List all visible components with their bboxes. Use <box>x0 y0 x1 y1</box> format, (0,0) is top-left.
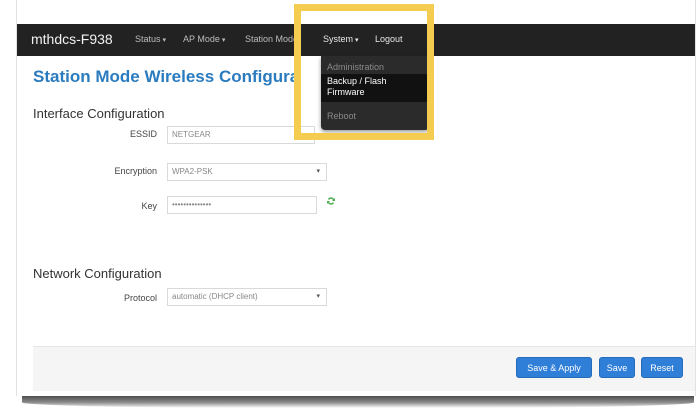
system-dropdown-menu: Administration Backup / Flash Firmware R… <box>321 56 429 130</box>
nav-ap-mode-label: AP Mode <box>183 34 220 44</box>
nav-status[interactable]: Status ▾ <box>135 34 166 44</box>
menu-item-backup-flash-label: Backup / Flash <box>327 76 387 86</box>
key-label: Key <box>141 201 157 211</box>
protocol-select[interactable]: automatic (DHCP client) ▾ <box>167 288 327 306</box>
nav-logout[interactable]: Logout <box>375 34 403 44</box>
chevron-down-icon: ▾ <box>316 293 320 300</box>
brand-name[interactable]: mthdcs-F938 <box>31 31 113 47</box>
menu-item-firmware-label: Firmware <box>327 87 365 97</box>
menu-item-administration[interactable]: Administration <box>327 62 384 72</box>
essid-field[interactable]: NETGEAR <box>167 126 315 144</box>
nav-system-label: System <box>323 34 354 44</box>
chevron-down-icon: ▾ <box>355 37 359 44</box>
encryption-select[interactable]: WPA2-PSK ▾ <box>167 163 327 181</box>
reveal-key-icon[interactable] <box>326 196 336 206</box>
save-apply-button[interactable]: Save & Apply <box>516 357 592 378</box>
encryption-select-value: WPA2-PSK <box>172 167 213 176</box>
nav-station-mode-label: Station Mode <box>245 34 299 44</box>
nav-ap-mode[interactable]: AP Mode ▾ <box>183 34 225 44</box>
menu-item-reboot[interactable]: Reboot <box>327 111 356 121</box>
nav-station-mode[interactable]: Station Mode <box>245 34 298 44</box>
interface-section-title: Interface Configuration <box>33 106 165 121</box>
key-field[interactable]: •••••••••••••• <box>167 196 317 214</box>
chevron-down-icon: ▾ <box>316 168 320 175</box>
form-actions-bar <box>33 346 695 391</box>
protocol-select-value: automatic (DHCP client) <box>172 292 258 301</box>
page-shadow <box>22 394 694 408</box>
menu-item-backup-flash-firmware[interactable]: Backup / Flash Firmware <box>321 74 429 102</box>
chevron-down-icon: ▾ <box>221 37 226 44</box>
top-navbar: mthdcs-F938 Status ▾ AP Mode ▾ Station Mod… <box>17 24 695 56</box>
nav-status-label: Status <box>135 34 161 44</box>
encryption-label: Encryption <box>114 166 157 176</box>
nav-system[interactable]: System ▾ <box>323 34 359 44</box>
essid-label: ESSID <box>129 129 157 139</box>
nav-logout-label: Logout <box>375 34 403 44</box>
page-title: Station Mode Wireless Configura <box>33 67 300 86</box>
reset-button[interactable]: Reset <box>641 357 683 378</box>
chevron-down-icon: ▾ <box>162 37 167 44</box>
protocol-label: Protocol <box>123 293 157 303</box>
browser-page: mthdcs-F938 Status ▾ AP Mode ▾ Station Mod… <box>16 0 696 396</box>
network-section-title: Network Configuration <box>33 266 162 281</box>
save-button[interactable]: Save <box>599 357 635 378</box>
